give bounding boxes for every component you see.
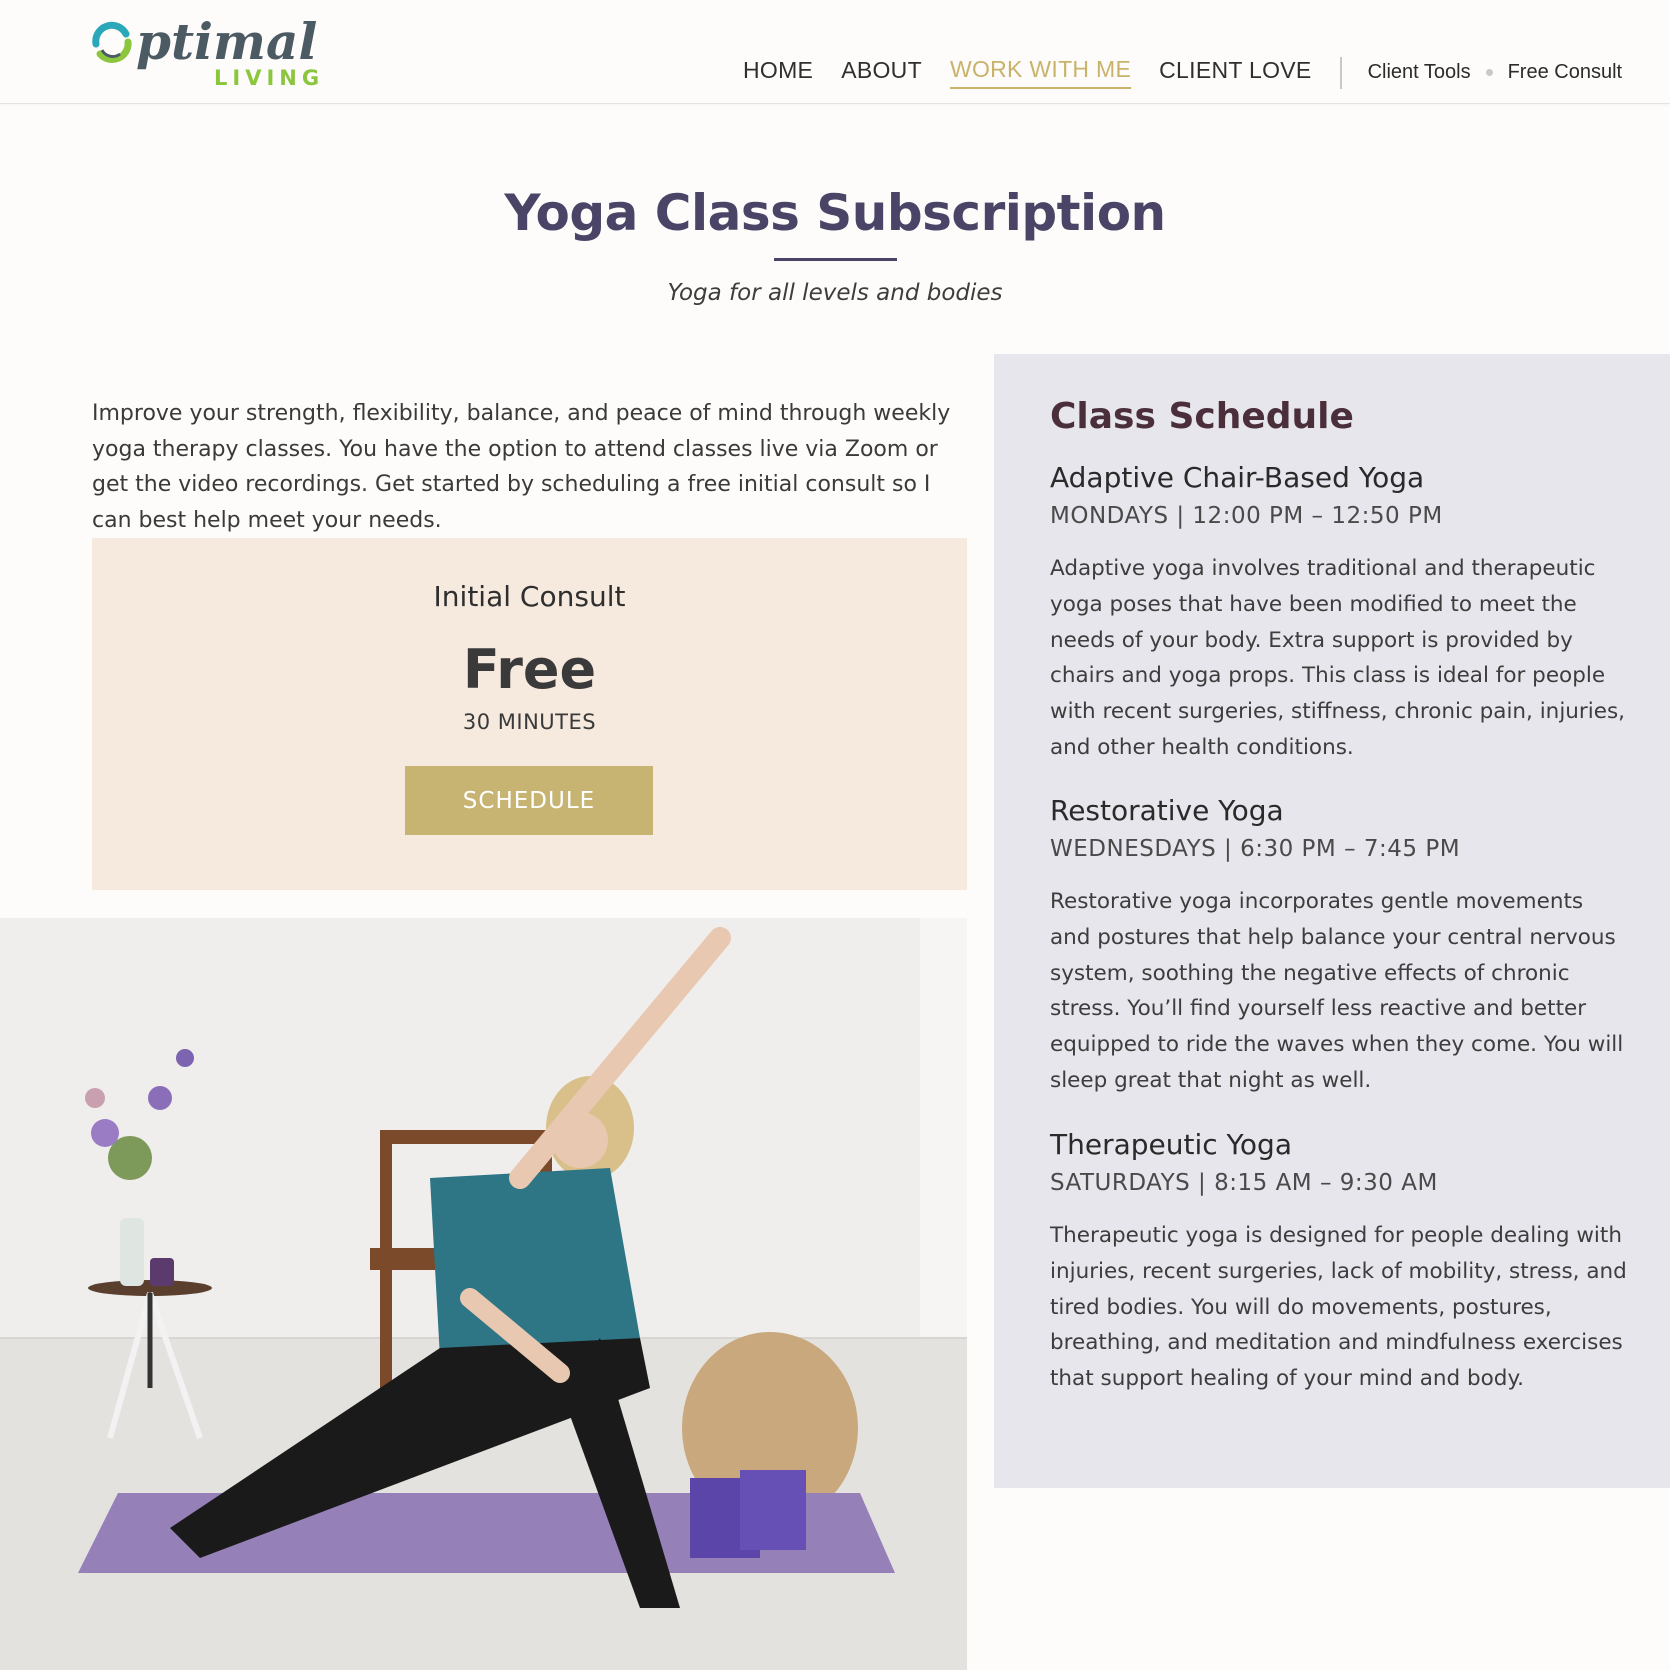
class-description: Therapeutic yoga is designed for people … bbox=[1050, 1223, 1627, 1392]
nav-client-tools[interactable]: Client Tools bbox=[1368, 61, 1471, 84]
class-item: Therapeutic Yoga SATURDAYS | 8:15 AM – 9… bbox=[1050, 1128, 1630, 1397]
page-subtitle: Yoga for all levels and bodies bbox=[667, 280, 1003, 306]
consult-price: Free bbox=[462, 638, 597, 701]
class-name: Restorative Yoga bbox=[1050, 794, 1284, 827]
nav-free-consult[interactable]: Free Consult bbox=[1508, 61, 1623, 84]
consult-title: Initial Consult bbox=[433, 580, 626, 613]
class-schedule-panel: Class Schedule Adaptive Chair-Based Yoga… bbox=[994, 354, 1670, 1488]
consult-duration: 30 MINUTES bbox=[462, 710, 597, 734]
logo-swirl-icon bbox=[92, 21, 132, 63]
class-time: MONDAYS | 12:00 PM – 12:50 PM bbox=[1050, 503, 1443, 529]
schedule-title: Class Schedule bbox=[1050, 396, 1354, 437]
title-underline bbox=[774, 258, 897, 261]
nav-client-love[interactable]: CLIENT LOVE bbox=[1159, 57, 1311, 88]
class-name: Adaptive Chair-Based Yoga bbox=[1050, 461, 1425, 494]
logo-subtitle: LIVING bbox=[214, 66, 325, 90]
intro-paragraph: Improve your strength, flexibility, bala… bbox=[92, 401, 951, 533]
class-name: Therapeutic Yoga bbox=[1050, 1128, 1292, 1161]
class-item: Restorative Yoga WEDNESDAYS | 6:30 PM – … bbox=[1050, 794, 1630, 1099]
class-time: WEDNESDAYS | 6:30 PM – 7:45 PM bbox=[1050, 836, 1461, 862]
yoga-photo bbox=[0, 918, 967, 1670]
nav-separator-dot bbox=[1485, 69, 1493, 76]
initial-consult-card: Initial Consult Free 30 MINUTES SCHEDULE bbox=[92, 538, 967, 890]
schedule-button[interactable]: SCHEDULE bbox=[405, 766, 653, 835]
logo-wordmark: ptimal bbox=[136, 12, 318, 71]
nav-divider bbox=[1339, 56, 1342, 89]
page-title: Yoga Class Subscription bbox=[504, 184, 1166, 242]
site-header: ptimal LIVING HOME ABOUT WORK WITH ME CL… bbox=[0, 0, 1670, 104]
class-description: Restorative yoga incorporates gentle mov… bbox=[1050, 889, 1624, 1093]
nav-work-with-me[interactable]: WORK WITH ME bbox=[949, 56, 1132, 89]
site-logo[interactable]: ptimal LIVING bbox=[90, 14, 330, 94]
class-item: Adaptive Chair-Based Yoga MONDAYS | 12:0… bbox=[1050, 461, 1630, 766]
yoga-scene-illustration bbox=[0, 918, 967, 1670]
main-nav: HOME ABOUT WORK WITH ME CLIENT LOVE Clie… bbox=[743, 56, 1622, 89]
nav-home[interactable]: HOME bbox=[743, 57, 813, 88]
nav-about[interactable]: ABOUT bbox=[841, 57, 922, 88]
class-description: Adaptive yoga involves traditional and t… bbox=[1050, 556, 1625, 760]
class-time: SATURDAYS | 8:15 AM – 9:30 AM bbox=[1050, 1170, 1438, 1196]
